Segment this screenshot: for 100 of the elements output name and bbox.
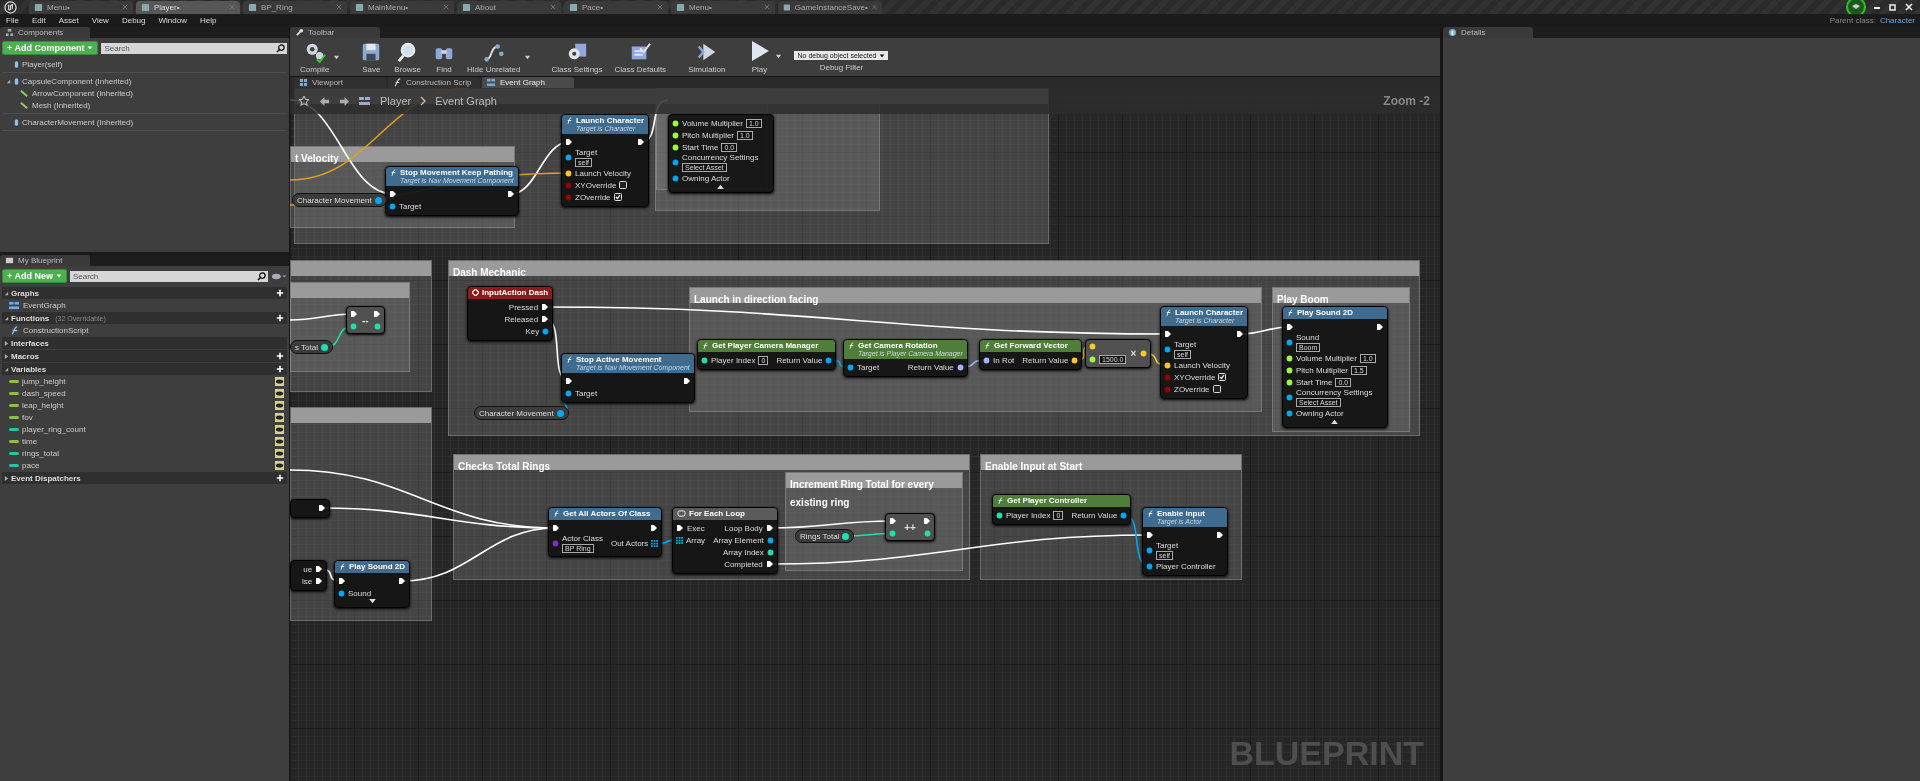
visibility-eye-icon[interactable] (275, 424, 284, 434)
caret-icon[interactable] (333, 54, 341, 61)
data-pin-icon[interactable] (672, 119, 679, 127)
advanced-pins-arrow-icon[interactable] (368, 599, 376, 604)
exec-pin-icon[interactable] (315, 577, 324, 585)
expanded-arrow-icon[interactable] (6, 78, 11, 84)
data-pin-icon[interactable] (766, 536, 774, 544)
operator-node[interactable]: -- (346, 306, 385, 334)
data-pin-icon[interactable] (1164, 361, 1171, 369)
breadcrumb-item[interactable]: Player (380, 95, 412, 107)
blueprint-node[interactable]: Get Forward Vector In Rot Return Value (979, 339, 1083, 370)
graph-tab[interactable]: Viewport (294, 77, 386, 88)
variable-node[interactable]: s Total (290, 340, 333, 354)
exec-pin-icon[interactable] (315, 565, 324, 573)
data-pin-icon[interactable] (321, 343, 328, 351)
exec-pin-icon[interactable] (1286, 323, 1294, 331)
panel-tab[interactable]: My Blueprint (0, 255, 90, 266)
document-tab[interactable]: BP_Ring (243, 0, 347, 14)
data-pin-icon[interactable] (1286, 354, 1293, 362)
visibility-eye-icon[interactable] (275, 448, 284, 458)
exec-pin-icon[interactable] (650, 524, 659, 532)
exec-pin-icon[interactable] (1375, 323, 1384, 331)
exec-pin-icon[interactable] (1236, 330, 1245, 338)
data-pin-icon[interactable] (1146, 547, 1153, 554)
menu-item[interactable]: File (6, 16, 19, 25)
add-icon[interactable] (276, 474, 284, 482)
data-pin-icon[interactable] (672, 131, 679, 139)
exec-pin-icon[interactable] (765, 524, 774, 532)
star-icon[interactable] (298, 95, 310, 107)
data-pin-icon[interactable] (1286, 339, 1293, 346)
toolbar-button[interactable]: Hide Unrelated (465, 41, 523, 74)
exec-pin-icon[interactable] (318, 504, 326, 512)
graph-item[interactable]: EventGraph (23, 300, 66, 310)
data-pin-icon[interactable] (565, 389, 572, 397)
variable-item[interactable]: player_ring_count (22, 424, 86, 434)
function-item[interactable]: ConstructionScript (23, 325, 89, 335)
data-pin-icon[interactable] (672, 174, 679, 182)
menu-item[interactable]: Help (199, 16, 217, 25)
tree-item[interactable]: Mesh (Inherited) (32, 100, 91, 110)
data-pin-icon[interactable] (847, 363, 854, 371)
exec-pin-icon[interactable] (676, 524, 684, 532)
exec-pin-icon[interactable] (350, 310, 358, 318)
exec-pin-icon[interactable] (389, 190, 397, 198)
variable-item[interactable]: time (22, 436, 38, 446)
section-header[interactable]: Macros (2, 350, 287, 362)
menu-item[interactable]: Asset (58, 16, 79, 25)
section-header[interactable]: Graphs (2, 287, 287, 299)
data-pin-icon[interactable] (842, 532, 850, 540)
graph-tab[interactable]: Event Graph (482, 77, 574, 88)
data-pin-icon[interactable] (701, 356, 708, 364)
toolbar-button[interactable]: Class Defaults (612, 41, 669, 74)
panel-tab[interactable]: Toolbar (290, 27, 380, 38)
blueprint-node[interactable] (290, 499, 330, 518)
data-pin-icon[interactable] (1286, 394, 1293, 401)
pin-checkbox[interactable] (613, 193, 622, 201)
section-header[interactable]: Event Dispatchers (2, 472, 287, 484)
expand-arrow-icon[interactable] (4, 340, 9, 346)
toolbar-button[interactable]: Browse (392, 41, 424, 74)
exec-pin-icon[interactable] (682, 377, 691, 385)
pin-checkbox[interactable] (1218, 373, 1227, 381)
expand-arrow-icon[interactable] (4, 366, 9, 372)
document-tab[interactable]: Menu• (671, 0, 775, 14)
panel-tab[interactable]: Details (1443, 27, 1533, 38)
advanced-pins-arrow-icon[interactable] (1331, 419, 1339, 424)
data-pin-icon[interactable] (1164, 346, 1171, 353)
forward-arrow-icon[interactable] (339, 95, 350, 107)
data-pin-icon[interactable] (542, 327, 550, 335)
exec-pin-icon[interactable] (923, 517, 931, 525)
document-tab[interactable]: MainMenu• (350, 0, 454, 14)
panel-tab[interactable]: Components (0, 27, 90, 38)
data-pin-icon[interactable] (766, 548, 774, 556)
variable-item[interactable]: fov (22, 412, 33, 422)
variable-item[interactable]: rings_total (22, 448, 59, 458)
variable-node[interactable]: Rings Total (795, 529, 855, 543)
search-field[interactable]: Search (69, 270, 257, 282)
data-pin-icon[interactable] (1286, 378, 1293, 386)
data-pin-icon[interactable] (1089, 356, 1096, 363)
menu-item[interactable]: Window (158, 16, 187, 25)
exec-pin-icon[interactable] (506, 190, 515, 198)
document-tab[interactable]: About (457, 0, 561, 14)
breadcrumb-item[interactable]: Event Graph (435, 95, 497, 107)
blueprint-node[interactable]: For Each Loop Exec Loop Body Array Array Element Array Index Completed (672, 507, 778, 574)
expand-arrow-icon[interactable] (4, 475, 9, 481)
data-pin-icon[interactable] (338, 589, 345, 597)
tree-item[interactable]: Player(self) (22, 59, 63, 69)
document-tab[interactable]: Player• (136, 0, 240, 14)
data-pin-icon[interactable] (956, 363, 964, 371)
variable-node[interactable]: Character Movement (292, 193, 387, 207)
expand-arrow-icon[interactable] (4, 290, 9, 296)
pin-checkbox[interactable] (619, 181, 628, 189)
blueprint-node[interactable]: InputAction Dash Pressed Released Key (467, 286, 554, 341)
tree-item[interactable]: ArrowComponent (Inherited) (32, 88, 133, 98)
search-field[interactable]: Search (101, 42, 276, 54)
menu-item[interactable]: View (91, 16, 109, 25)
data-pin-icon[interactable] (1146, 562, 1153, 570)
data-pin-icon[interactable] (1286, 409, 1293, 417)
exec-pin-icon[interactable] (637, 138, 646, 146)
exec-pin-icon[interactable] (338, 577, 346, 585)
visibility-eye-icon[interactable] (275, 388, 284, 398)
section-header[interactable]: Variables (2, 363, 287, 375)
